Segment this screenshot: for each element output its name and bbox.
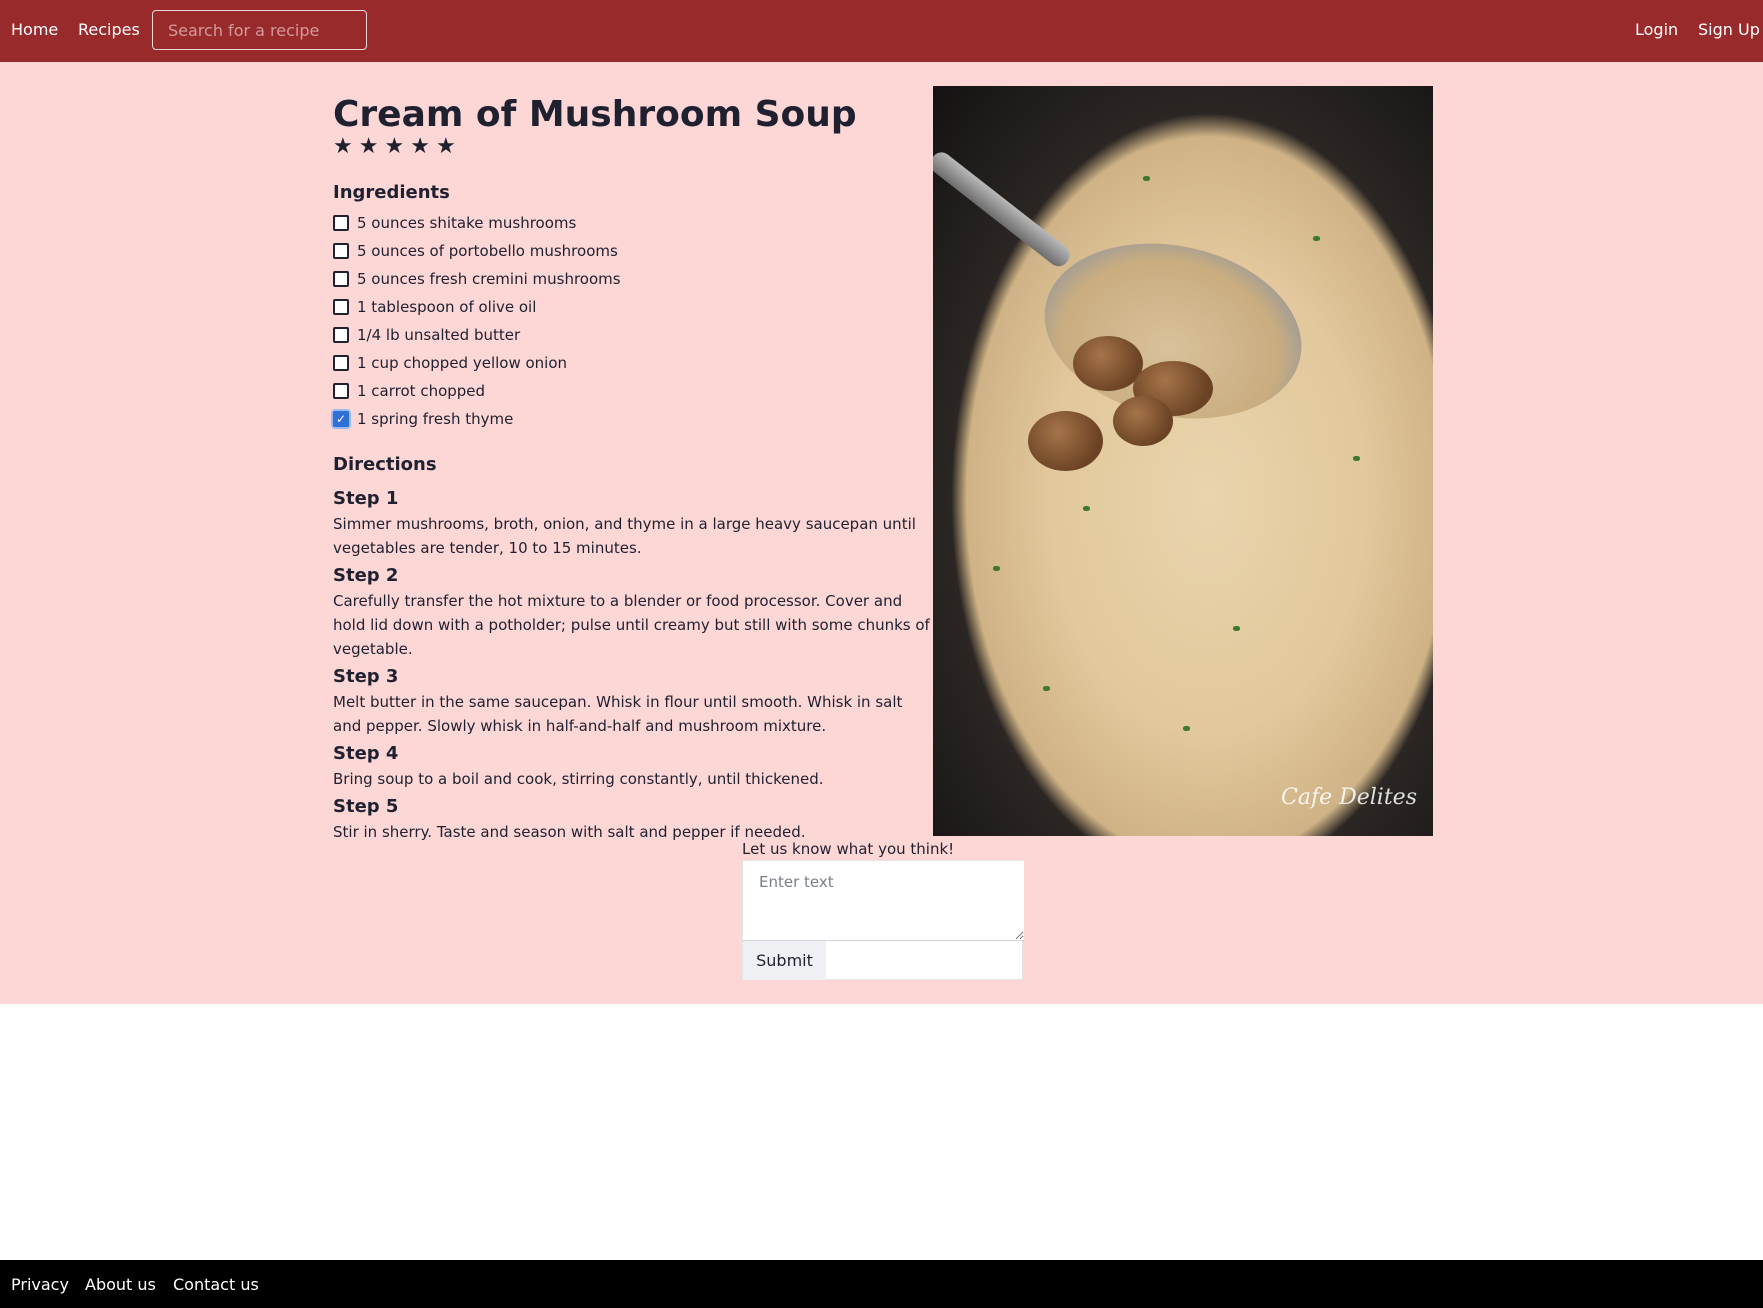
- ingredient-item[interactable]: 5 ounces fresh cremini mushrooms: [333, 265, 621, 293]
- ingredients-list: 5 ounces shitake mushrooms 5 ounces of p…: [333, 209, 621, 433]
- ingredient-item[interactable]: 5 ounces of portobello mushrooms: [333, 237, 621, 265]
- herb-graphic: [1083, 506, 1090, 511]
- ingredients-heading: Ingredients: [333, 182, 450, 203]
- herb-graphic: [1313, 236, 1320, 241]
- star-icon: ★: [358, 134, 379, 159]
- star-icon: ★: [435, 134, 456, 159]
- feedback-label: Let us know what you think!: [742, 840, 955, 858]
- mushroom-graphic: [1028, 411, 1103, 471]
- ingredient-label: 1 spring fresh thyme: [357, 410, 514, 428]
- recipe-main: Cream of Mushroom Soup ★ ★ ★ ★ ★ Ingredi…: [0, 62, 1763, 1004]
- step-title: Step 2: [333, 565, 399, 586]
- star-icon: ★: [333, 134, 353, 159]
- ingredient-item[interactable]: 1/4 lb unsalted butter: [333, 321, 621, 349]
- herb-graphic: [1143, 176, 1150, 181]
- mushroom-graphic: [1113, 396, 1173, 446]
- ingredient-label: 5 ounces fresh cremini mushrooms: [357, 270, 621, 288]
- herb-graphic: [993, 566, 1000, 571]
- herb-graphic: [1183, 726, 1190, 731]
- ingredient-label: 5 ounces of portobello mushrooms: [357, 242, 618, 260]
- ingredient-checkbox-checked[interactable]: [333, 411, 349, 427]
- step-text: Melt butter in the same saucepan. Whisk …: [333, 693, 903, 735]
- ingredient-item[interactable]: 1 carrot chopped: [333, 377, 621, 405]
- herb-graphic: [1043, 686, 1050, 691]
- ingredient-checkbox[interactable]: [333, 383, 349, 399]
- ingredient-checkbox[interactable]: [333, 327, 349, 343]
- ingredient-checkbox[interactable]: [333, 271, 349, 287]
- nav-home-link[interactable]: Home: [11, 20, 58, 39]
- footer-privacy-link[interactable]: Privacy: [11, 1275, 69, 1294]
- step-text: Bring soup to a boil and cook, stirring …: [333, 770, 824, 788]
- ingredient-item[interactable]: 1 tablespoon of olive oil: [333, 293, 621, 321]
- ingredient-label: 1 carrot chopped: [357, 382, 486, 400]
- feedback-box: Submit: [742, 860, 1024, 980]
- ingredient-item[interactable]: 1 cup chopped yellow onion: [333, 349, 621, 377]
- photo-watermark: Cafe Delites: [1281, 785, 1417, 810]
- recipe-search-input[interactable]: [152, 10, 367, 50]
- star-icon: ★: [384, 134, 405, 159]
- ingredient-checkbox[interactable]: [333, 243, 349, 259]
- ingredient-item[interactable]: 1 spring fresh thyme: [333, 405, 621, 433]
- recipe-photo: Cafe Delites: [933, 86, 1433, 836]
- herb-graphic: [1353, 456, 1360, 461]
- nav-recipes-link[interactable]: Recipes: [78, 20, 140, 39]
- feedback-textarea[interactable]: [743, 861, 1024, 941]
- star-icon: ★: [410, 134, 430, 159]
- mushroom-graphic: [1073, 336, 1143, 391]
- ingredient-label: 1 tablespoon of olive oil: [357, 298, 537, 316]
- top-navbar: Home Recipes Login Sign Up: [0, 0, 1763, 62]
- directions-list: Step 1 Simmer mushrooms, broth, onion, a…: [333, 485, 933, 846]
- ingredient-label: 1/4 lb unsalted butter: [357, 326, 521, 344]
- ladle-handle-graphic: [933, 148, 1074, 271]
- step-title: Step 4: [333, 743, 399, 764]
- ingredient-checkbox[interactable]: [333, 215, 349, 231]
- ingredient-label: 1 cup chopped yellow onion: [357, 354, 568, 372]
- step-title: Step 5: [333, 796, 399, 817]
- ingredient-item[interactable]: 5 ounces shitake mushrooms: [333, 209, 621, 237]
- ingredient-label: 5 ounces shitake mushrooms: [357, 214, 577, 232]
- star-rating: ★ ★ ★ ★ ★: [333, 136, 456, 158]
- ingredient-checkbox[interactable]: [333, 299, 349, 315]
- footer-about-link[interactable]: About us: [85, 1275, 156, 1294]
- directions-heading: Directions: [333, 454, 437, 475]
- footer: Privacy About us Contact us: [0, 1260, 1763, 1308]
- step-text: Carefully transfer the hot mixture to a …: [333, 592, 930, 658]
- feedback-form: Let us know what you think! Submit: [742, 838, 1024, 980]
- step-title: Step 1: [333, 488, 399, 509]
- signup-link[interactable]: Sign Up: [1698, 20, 1760, 39]
- recipe-title: Cream of Mushroom Soup: [333, 94, 857, 135]
- footer-contact-link[interactable]: Contact us: [173, 1275, 259, 1294]
- herb-graphic: [1233, 626, 1240, 631]
- submit-button[interactable]: Submit: [743, 941, 826, 980]
- login-link[interactable]: Login: [1635, 20, 1678, 39]
- ingredient-checkbox[interactable]: [333, 355, 349, 371]
- step-text: Simmer mushrooms, broth, onion, and thym…: [333, 515, 916, 557]
- step-title: Step 3: [333, 666, 399, 687]
